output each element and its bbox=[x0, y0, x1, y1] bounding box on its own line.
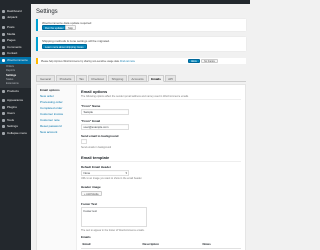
tab-shipping[interactable]: Shipping bbox=[108, 75, 127, 82]
shipping-notice: Shipping methods & zone settings will be… bbox=[36, 37, 246, 51]
mail-icon bbox=[2, 52, 5, 56]
default-header-label: Default Email Header bbox=[81, 165, 112, 169]
divider bbox=[81, 161, 241, 162]
background-email-checkbox[interactable] bbox=[81, 139, 87, 144]
sidebar-item-collapse[interactable]: Collapse menu bbox=[0, 130, 31, 137]
col-notes: Notes bbox=[201, 241, 241, 249]
admin-sidebar: Dashboard Jetpack Posts Media Pages Comm… bbox=[0, 4, 31, 250]
sidebar-item-jetpack[interactable]: Jetpack bbox=[0, 15, 31, 22]
subnav-customer-invoice[interactable]: Customer invoice bbox=[40, 112, 63, 116]
sidebar-item-woocommerce[interactable]: WooCommerce bbox=[0, 57, 31, 64]
subnav-reset-password[interactable]: Reset password bbox=[40, 124, 62, 128]
settings-panel: Email options New order Processing order… bbox=[36, 84, 246, 250]
sidebar-item-settings[interactable]: Settings bbox=[0, 124, 31, 131]
sidebar-item-tools[interactable]: Tools bbox=[0, 117, 31, 124]
sidebar-item-plugins[interactable]: Plugins bbox=[0, 104, 31, 111]
settings-icon bbox=[2, 125, 5, 129]
subnav-email-options[interactable]: Email options bbox=[40, 88, 60, 92]
sidebar-item-appearance[interactable]: Appearance bbox=[0, 97, 31, 104]
tab-checkout[interactable]: Checkout bbox=[88, 75, 107, 82]
sidebar-item-products[interactable]: Products bbox=[0, 88, 31, 95]
page-icon bbox=[2, 39, 5, 43]
emails-table: Email Description Notes bbox=[81, 241, 241, 249]
default-header-select[interactable]: None ▾ bbox=[81, 170, 129, 176]
product-icon bbox=[2, 89, 5, 93]
allow-button[interactable]: Allow bbox=[188, 58, 200, 64]
col-description: Description bbox=[141, 241, 201, 249]
tracking-notice-text: Please help improve WooCommerce by shari… bbox=[41, 60, 135, 63]
sidebar-item-media[interactable]: Media bbox=[0, 31, 31, 38]
media-icon bbox=[2, 32, 5, 36]
footer-text-label: Footer Text bbox=[81, 202, 98, 206]
tab-api[interactable]: API bbox=[165, 75, 176, 82]
plugin-icon bbox=[2, 105, 5, 109]
from-email-label: "From" Email bbox=[81, 119, 101, 123]
from-name-input[interactable]: Sample bbox=[81, 109, 129, 115]
table-header-row: Email Description Notes bbox=[81, 241, 241, 249]
tab-emails[interactable]: Emails bbox=[148, 75, 164, 82]
emails-table-title: Emails bbox=[81, 235, 91, 239]
comment-icon bbox=[2, 45, 5, 49]
section-title-email-template: Email template bbox=[81, 155, 110, 160]
collapse-icon bbox=[2, 132, 5, 136]
woocommerce-submenu: Orders Reports Settings Status Extension… bbox=[0, 63, 31, 88]
sidebar-item-dashboard[interactable]: Dashboard bbox=[0, 8, 31, 15]
subnav-customer-note[interactable]: Customer note bbox=[40, 118, 60, 122]
subnav-completed-order[interactable]: Completed order bbox=[40, 106, 62, 110]
settings-tabs: General Products Tax Checkout Shipping A… bbox=[36, 74, 246, 82]
tracking-notice-message: Please help improve WooCommerce by shari… bbox=[41, 59, 120, 63]
section-title-email-options: Email options bbox=[81, 89, 108, 94]
pin-icon bbox=[2, 25, 5, 29]
sidebar-item-posts[interactable]: Posts bbox=[0, 24, 31, 31]
skip-button[interactable]: Skip bbox=[65, 24, 77, 30]
dashboard-icon bbox=[2, 9, 5, 13]
background-email-label: Send email to background bbox=[81, 134, 119, 138]
email-settings-form: Email options The following options affe… bbox=[81, 85, 247, 250]
from-name-label: "From" Name bbox=[81, 104, 101, 108]
users-icon bbox=[2, 112, 5, 116]
email-subnav: Email options New order Processing order… bbox=[37, 85, 77, 250]
jetpack-icon bbox=[2, 16, 5, 20]
subnav-new-account[interactable]: New account bbox=[40, 130, 57, 134]
shipping-notice-text: Shipping methods & zone settings will be… bbox=[42, 39, 110, 43]
default-header-value: None bbox=[83, 171, 91, 175]
chevron-down-icon: ▾ bbox=[125, 171, 127, 175]
wrench-icon bbox=[2, 118, 5, 122]
add-media-button[interactable]: + Add Media bbox=[81, 191, 102, 196]
update-notice-text: WooCommerce data update required bbox=[42, 20, 92, 25]
woocommerce-icon bbox=[2, 58, 5, 62]
section-desc-email-options: The following options affect the sender … bbox=[81, 95, 189, 98]
subnav-new-order[interactable]: New order bbox=[40, 94, 54, 98]
header-image-label: Header image bbox=[81, 185, 101, 189]
col-email: Email bbox=[81, 241, 141, 249]
brush-icon bbox=[2, 99, 5, 103]
footer-text-desc: The text to appear in the footer of WooC… bbox=[81, 229, 145, 232]
sidebar-item-pages[interactable]: Pages bbox=[0, 37, 31, 44]
no-thanks-button[interactable]: No thanks bbox=[201, 58, 218, 64]
tab-tax[interactable]: Tax bbox=[76, 75, 87, 82]
page-title: Settings bbox=[36, 9, 58, 15]
from-email-input[interactable]: user@example.com bbox=[81, 124, 129, 130]
update-notice: WooCommerce data update required Run the… bbox=[36, 19, 246, 31]
tab-products[interactable]: Products bbox=[56, 75, 75, 82]
footer-text-textarea[interactable]: Footer text bbox=[81, 207, 147, 227]
tracking-notice: Please help improve WooCommerce by shari… bbox=[36, 58, 246, 64]
run-updater-button[interactable]: Run the updater bbox=[42, 24, 67, 30]
sidebar-item-users[interactable]: Users bbox=[0, 110, 31, 117]
sidebar-item-comments[interactable]: Comments bbox=[0, 44, 31, 51]
learn-shipping-zones-button[interactable]: Learn more about shipping zones bbox=[42, 44, 87, 49]
subnav-processing-order[interactable]: Processing order bbox=[40, 100, 63, 104]
background-email-desc: Send emails in background bbox=[81, 146, 112, 149]
tab-general[interactable]: General bbox=[36, 75, 55, 82]
sidebar-item-contact[interactable]: Contact bbox=[0, 51, 31, 58]
submenu-item-extensions[interactable]: Extensions bbox=[0, 82, 31, 86]
main-content: Settings WooCommerce data update require… bbox=[31, 4, 250, 250]
default-header-desc: URL to an image you want to show in the … bbox=[81, 177, 143, 180]
divider bbox=[81, 99, 241, 100]
tab-accounts[interactable]: Accounts bbox=[128, 75, 147, 82]
find-out-more-link[interactable]: Find out more bbox=[120, 60, 135, 63]
